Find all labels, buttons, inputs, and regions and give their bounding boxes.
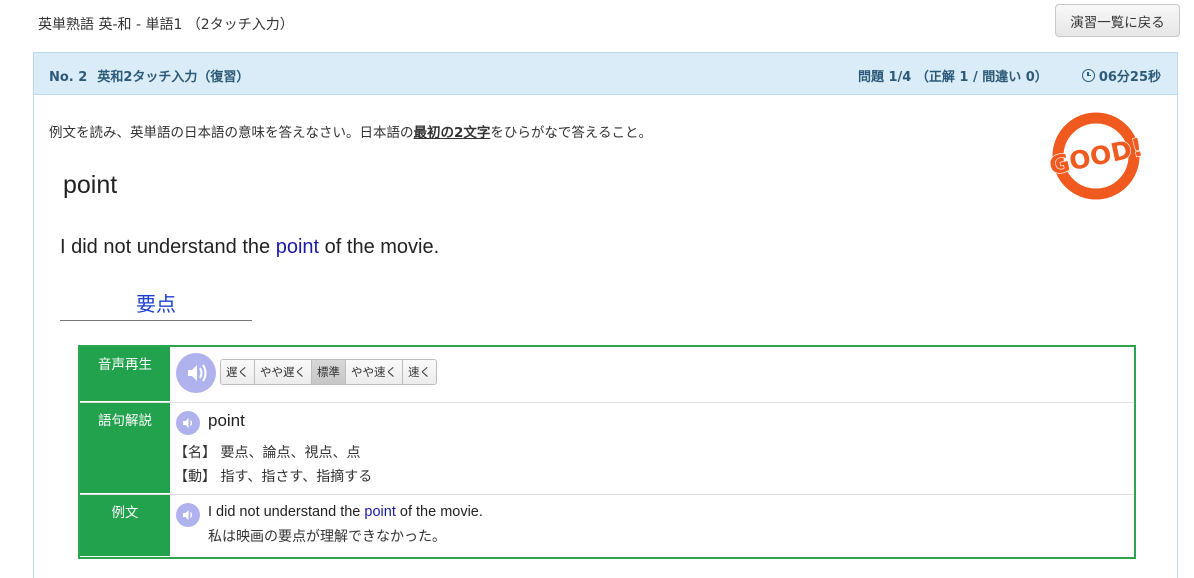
top-bar: 英単熟語 英-和 - 単語1 （2タッチ入力） 演習一覧に戻る bbox=[0, 0, 1194, 48]
sentence-part: of the movie. bbox=[319, 236, 440, 258]
example-highlight-word: point bbox=[364, 504, 396, 520]
speed-fast-button[interactable]: 速く bbox=[403, 360, 436, 384]
speaker-icon[interactable] bbox=[176, 503, 200, 527]
question-number: No. 2 bbox=[49, 70, 88, 85]
info-table: 音声再生 遅く やや遅く 標準 やや速く 速く 語句解説 point 【名】 要… bbox=[78, 345, 1136, 559]
question-title: No. 2 英和2タッチ入力（復習） bbox=[49, 66, 249, 85]
target-word: point bbox=[63, 171, 118, 199]
example-part: of the movie. bbox=[395, 504, 483, 520]
speaker-icon[interactable] bbox=[176, 353, 216, 393]
definition-noun: 【名】 要点、論点、視点、点 bbox=[174, 445, 361, 461]
question-mode: 英和2タッチ入力（復習） bbox=[97, 70, 250, 85]
speaker-icon[interactable] bbox=[176, 411, 200, 435]
back-to-list-button[interactable]: 演習一覧に戻る bbox=[1055, 4, 1180, 37]
speed-selector: 遅く やや遅く 標準 やや速く 速く bbox=[220, 359, 437, 385]
audio-label: 音声再生 bbox=[80, 347, 170, 402]
speed-slow-button[interactable]: 遅く bbox=[221, 360, 255, 384]
score-status: 問題 1/4 （正解 1 / 間違い 0） bbox=[857, 70, 1048, 85]
example-english: I did not understand the point of the mo… bbox=[208, 504, 483, 520]
good-stamp-icon: GOOD! bbox=[1046, 112, 1146, 200]
instruction-emphasis: 最初の2文字 bbox=[413, 125, 491, 141]
phrase-row: 語句解説 point 【名】 要点、論点、視点、点 【動】 指す、指さす、指摘す… bbox=[80, 403, 1134, 495]
example-label: 例文 bbox=[80, 495, 170, 557]
sentence-part: I did not understand the bbox=[60, 236, 276, 258]
breadcrumb: 英単熟語 英-和 - 単語1 （2タッチ入力） bbox=[38, 17, 294, 33]
panel-header: No. 2 英和2タッチ入力（復習） 問題 1/4 （正解 1 / 間違い 0） … bbox=[34, 53, 1177, 95]
definition-verb: 【動】 指す、指さす、指摘する bbox=[174, 469, 373, 485]
instruction-part: をひらがなで答えること。 bbox=[490, 125, 653, 141]
phrase-word: point bbox=[208, 411, 245, 430]
example-japanese: 私は映画の要点が理解できなかった。 bbox=[208, 529, 446, 545]
clock-icon bbox=[1081, 69, 1095, 82]
speed-slightly-fast-button[interactable]: やや速く bbox=[346, 360, 403, 384]
answer-display: 要点 bbox=[60, 288, 252, 321]
example-part: I did not understand the bbox=[208, 504, 365, 520]
instruction-text: 例文を読み、英単語の日本語の意味を答えなさい。日本語の最初の2文字をひらがなで答… bbox=[49, 121, 652, 141]
example-row: 例文 I did not understand the point of the… bbox=[80, 495, 1134, 557]
sentence-highlight-word: point bbox=[275, 236, 320, 258]
example-sentence: I did not understand the point of the mo… bbox=[60, 236, 439, 259]
speed-normal-button[interactable]: 標準 bbox=[312, 360, 346, 384]
question-panel: No. 2 英和2タッチ入力（復習） 問題 1/4 （正解 1 / 間違い 0） … bbox=[33, 52, 1178, 578]
phrase-label: 語句解説 bbox=[80, 403, 170, 494]
status-area: 問題 1/4 （正解 1 / 間違い 0） 06分25秒 bbox=[858, 66, 1161, 85]
instruction-part: 例文を読み、英単語の日本語の意味を答えなさい。日本語の bbox=[49, 125, 414, 141]
audio-row: 音声再生 遅く やや遅く 標準 やや速く 速く bbox=[80, 347, 1134, 403]
timer: 06分25秒 bbox=[1098, 70, 1161, 85]
speed-slightly-slow-button[interactable]: やや遅く bbox=[255, 360, 312, 384]
